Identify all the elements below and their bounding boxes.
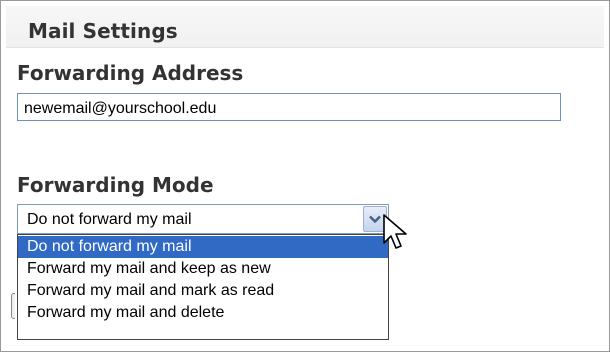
header-bar: Mail Settings <box>6 6 604 48</box>
forwarding-mode-options-list: Do not forward my mail Forward my mail a… <box>17 234 389 340</box>
forwarding-mode-select[interactable]: Do not forward my mail <box>17 204 389 234</box>
option-do-not-forward[interactable]: Do not forward my mail <box>18 236 388 258</box>
page-title: Mail Settings <box>28 19 178 43</box>
option-forward-keep-new[interactable]: Forward my mail and keep as new <box>18 258 388 280</box>
mouse-pointer-icon <box>383 214 407 249</box>
forwarding-address-label: Forwarding Address <box>17 61 244 85</box>
mail-settings-panel: Mail Settings Forwarding Address Forward… <box>0 0 610 352</box>
option-forward-mark-read[interactable]: Forward my mail and mark as read <box>18 280 388 302</box>
option-forward-delete[interactable]: Forward my mail and delete <box>18 302 388 324</box>
forwarding-address-input[interactable] <box>17 93 561 121</box>
forwarding-mode-selected-value: Do not forward my mail <box>27 211 192 228</box>
obscured-button-edge <box>11 293 15 319</box>
forwarding-mode-label: Forwarding Mode <box>17 173 214 197</box>
chevron-down-icon <box>369 215 381 223</box>
